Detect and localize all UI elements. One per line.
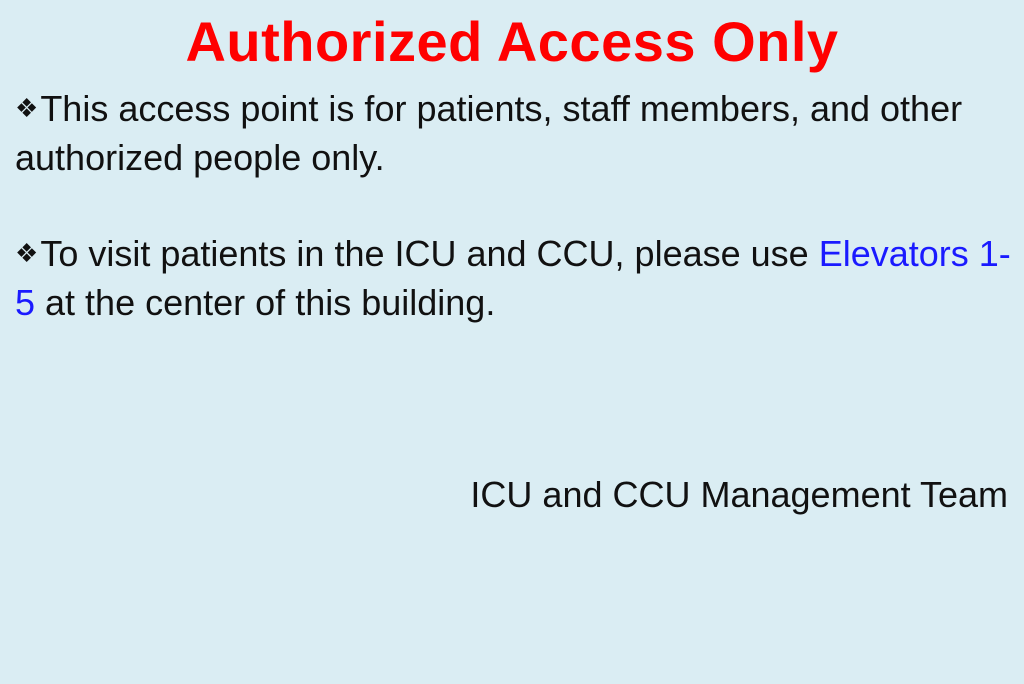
access-notice-text: This access point is for patients, staff… — [15, 88, 963, 178]
access-notice-paragraph: ❖This access point is for patients, staf… — [15, 84, 1015, 182]
signature: ICU and CCU Management Team — [470, 474, 1008, 515]
directions-text-before: To visit patients in the ICU and CCU, pl… — [40, 233, 819, 274]
directions-text-after: at the center of this building. — [35, 282, 496, 323]
four-diamond-bullet-icon: ❖ — [15, 238, 39, 268]
visiting-directions-paragraph: ❖To visit patients in the ICU and CCU, p… — [15, 229, 1015, 327]
four-diamond-bullet-icon: ❖ — [15, 93, 39, 123]
sign-title: Authorized Access Only — [185, 10, 839, 73]
